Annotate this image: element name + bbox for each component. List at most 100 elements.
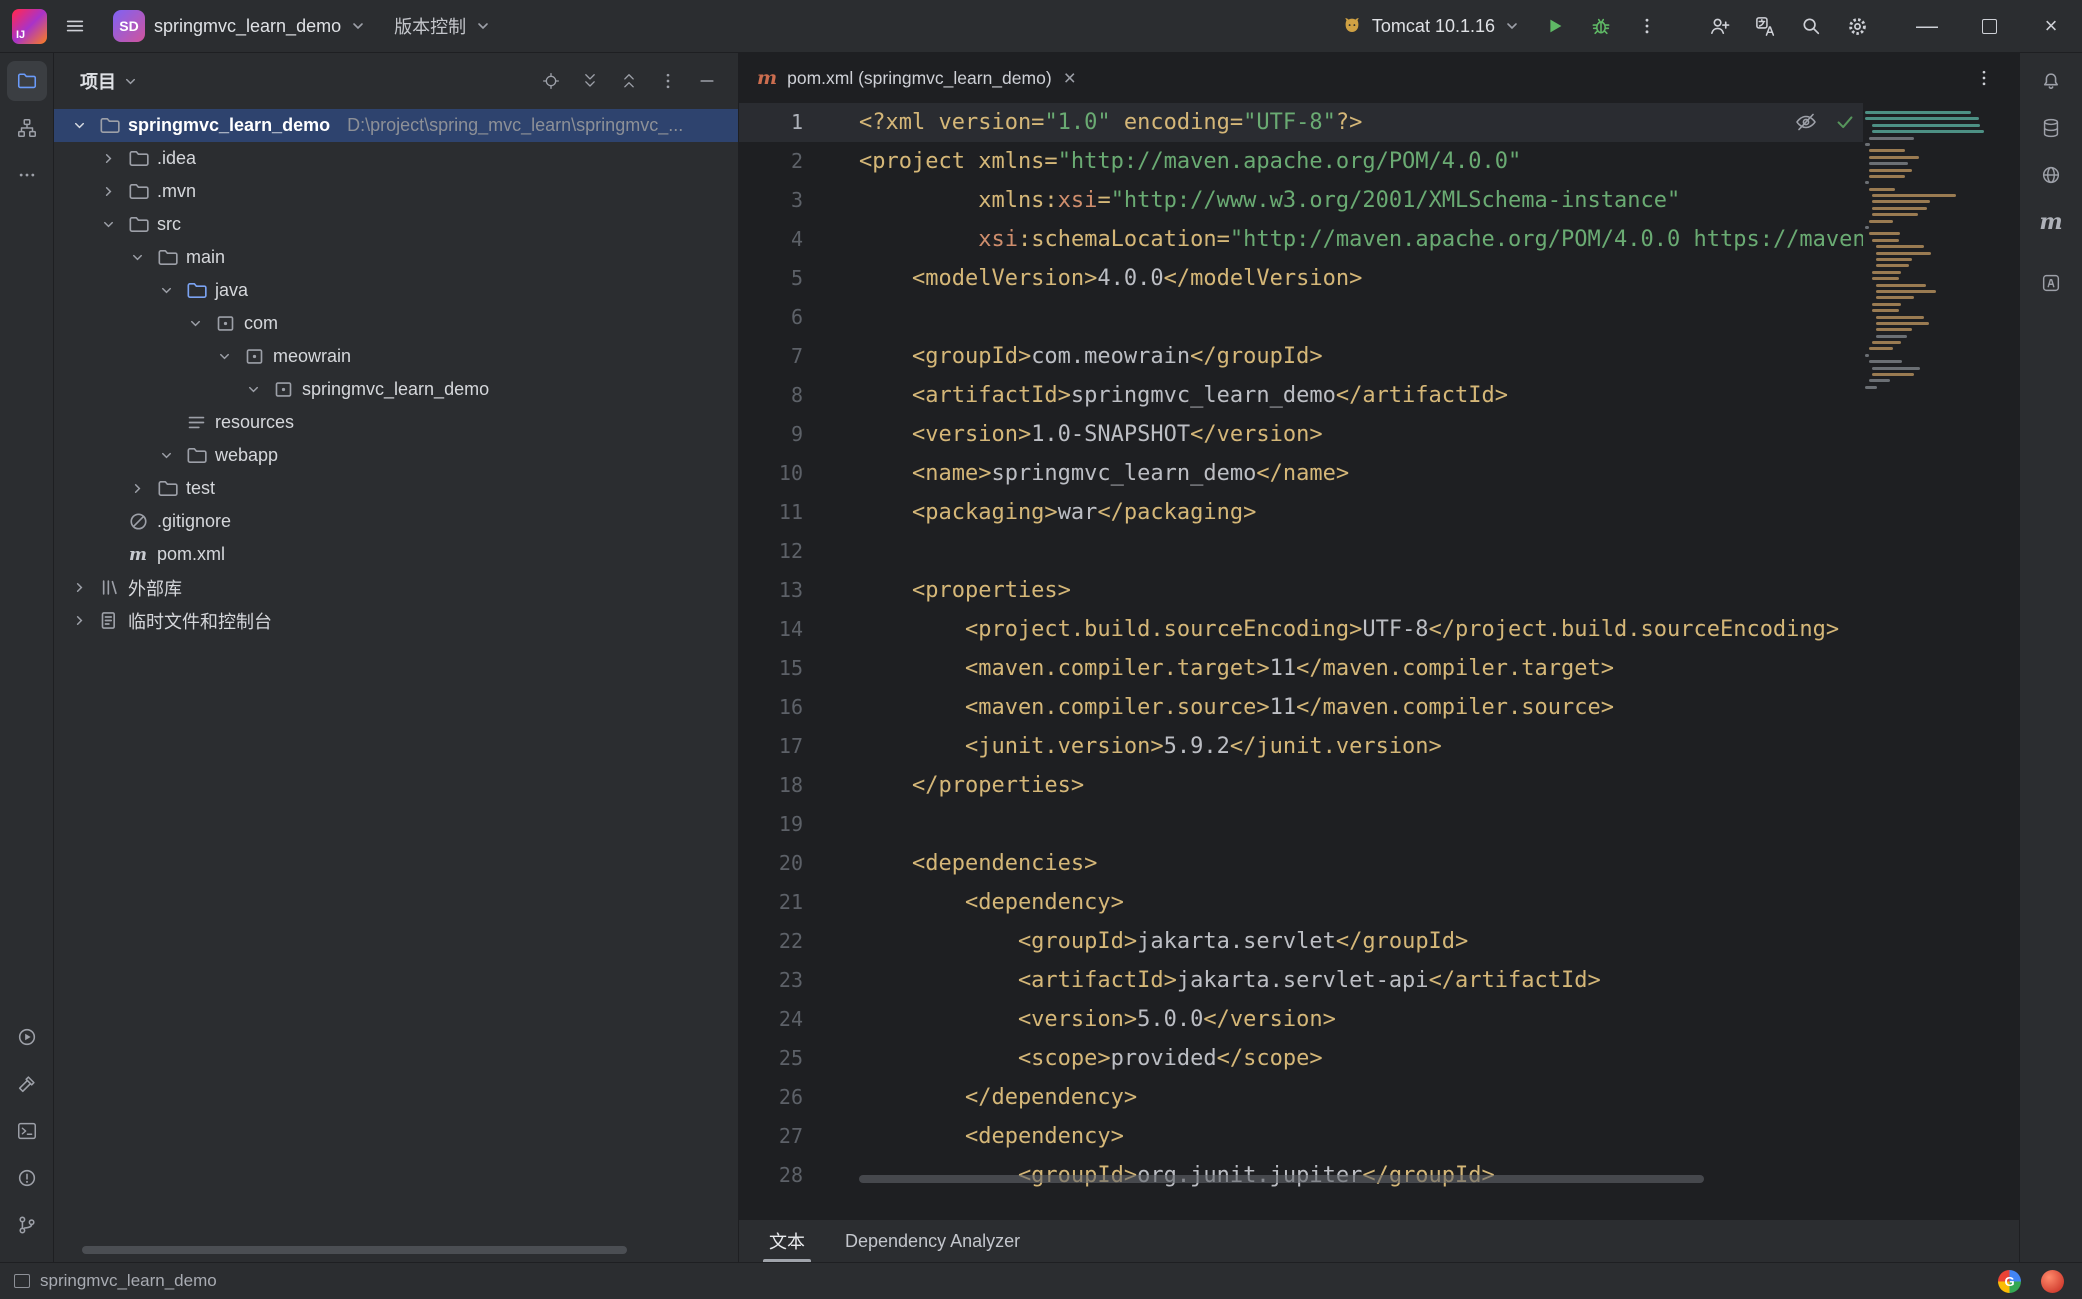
code-line[interactable]: 28 <groupId>org.junit.jupiter</groupId> [739,1156,2019,1189]
problems-tool-icon[interactable] [7,1158,47,1198]
chevron-down-icon[interactable] [123,74,138,89]
terminal-tool-icon[interactable] [7,1111,47,1151]
collapse-all-icon[interactable] [612,64,646,98]
code-line[interactable]: 7 <groupId>com.meowrain</groupId> [739,337,2019,376]
code-line[interactable]: 27 <dependency> [739,1117,2019,1156]
run-config-widget[interactable]: Tomcat 10.1.16 [1331,10,1530,42]
chevron-right-icon[interactable] [68,580,90,595]
no-problems-check-icon[interactable] [1834,111,1856,133]
code-line[interactable]: 25 <scope>provided</scope> [739,1039,2019,1078]
status-project-name[interactable]: springmvc_learn_demo [40,1271,217,1291]
tree-item[interactable]: java [54,274,738,307]
code-line[interactable]: 10 <name>springmvc_learn_demo</name> [739,454,2019,493]
code-line[interactable]: 12 [739,532,2019,571]
code-line[interactable]: 6 [739,298,2019,337]
code-line[interactable]: 11 <packaging>war</packaging> [739,493,2019,532]
tree-item[interactable]: src [54,208,738,241]
code-line[interactable]: 13 <properties> [739,571,2019,610]
vcs-widget[interactable]: 版本控制 [384,8,501,44]
maximize-button[interactable] [1958,0,2020,52]
notifications-icon[interactable] [2031,61,2071,101]
debug-button[interactable] [1580,5,1622,47]
code-line[interactable]: 15 <maven.compiler.target>11</maven.comp… [739,649,2019,688]
code-line[interactable]: 21 <dependency> [739,883,2019,922]
endpoints-globe-icon[interactable] [2031,155,2071,195]
tree-item[interactable]: .mvn [54,175,738,208]
translation-tool-icon[interactable] [2031,263,2071,303]
tree-item[interactable]: springmvc_learn_demo [54,373,738,406]
editor-view-tab[interactable]: Dependency Analyzer [845,1220,1020,1262]
chevron-down-icon[interactable] [68,118,90,133]
code-line[interactable]: 3 xmlns:xsi="http://www.w3.org/2001/XMLS… [739,181,2019,220]
close-tab-icon[interactable]: × [1064,68,1076,89]
tree-item[interactable]: com [54,307,738,340]
code-line[interactable]: 14 <project.build.sourceEncoding>UTF-8</… [739,610,2019,649]
chevron-right-icon[interactable] [68,613,90,628]
settings-icon[interactable] [1836,5,1878,47]
locate-file-icon[interactable] [534,64,568,98]
code-line[interactable]: 2<project xmlns="http://maven.apache.org… [739,142,2019,181]
structure-tool-icon[interactable] [7,108,47,148]
code-line[interactable]: 23 <artifactId>jakarta.servlet-api</arti… [739,961,2019,1000]
chevron-down-icon[interactable] [242,382,264,397]
highlighting-off-icon[interactable] [1794,110,1818,134]
tree-item[interactable]: meowrain [54,340,738,373]
code-line[interactable]: 8 <artifactId>springmvc_learn_demo</arti… [739,376,2019,415]
chevron-right-icon[interactable] [97,184,119,199]
code-line[interactable]: 24 <version>5.0.0</version> [739,1000,2019,1039]
code-line[interactable]: 5 <modelVersion>4.0.0</modelVersion> [739,259,2019,298]
editor-tab-pom-xml[interactable]: m pom.xml (springmvc_learn_demo) × [739,53,1094,103]
chevron-down-icon[interactable] [155,283,177,298]
maven-tool-icon[interactable]: m [2031,202,2071,242]
hide-panel-icon[interactable] [690,64,724,98]
inspections-widget[interactable] [1794,110,1856,134]
chevron-down-icon[interactable] [126,250,148,265]
tab-options-icon[interactable] [1963,57,2005,99]
minimize-button[interactable]: — [1896,0,1958,52]
chevron-down-icon[interactable] [155,448,177,463]
code-line[interactable]: 18 </properties> [739,766,2019,805]
code-area[interactable]: 1<?xml version="1.0" encoding="UTF-8"?>2… [739,103,2019,1189]
run-button[interactable] [1534,5,1576,47]
tree-item[interactable]: main [54,241,738,274]
close-button[interactable]: × [2020,0,2082,52]
panel-options-icon[interactable] [651,64,685,98]
expand-all-icon[interactable] [573,64,607,98]
version-control-tool-icon[interactable] [7,1205,47,1245]
code-line[interactable]: 22 <groupId>jakarta.servlet</groupId> [739,922,2019,961]
chevron-down-icon[interactable] [97,217,119,232]
editor-horizontal-scrollbar[interactable] [859,1175,1704,1183]
chevron-right-icon[interactable] [97,151,119,166]
tree-item[interactable]: webapp [54,439,738,472]
code-line[interactable]: 26 </dependency> [739,1078,2019,1117]
more-tool-windows-icon[interactable] [7,155,47,195]
plugin-status-icon[interactable] [2041,1270,2064,1293]
editor-view-tab[interactable]: 文本 [769,1220,805,1262]
project-tool-icon[interactable] [7,61,47,101]
code-line[interactable]: 9 <version>1.0-SNAPSHOT</version> [739,415,2019,454]
translate-icon[interactable] [1744,5,1786,47]
main-menu-icon[interactable] [55,6,95,46]
tree-item[interactable]: test [54,472,738,505]
project-widget[interactable]: SD springmvc_learn_demo [103,5,376,47]
search-everywhere-icon[interactable] [1790,5,1832,47]
database-tool-icon[interactable] [2031,108,2071,148]
code-line[interactable]: 16 <maven.compiler.source>11</maven.comp… [739,688,2019,727]
code-line[interactable]: 17 <junit.version>5.9.2</junit.version> [739,727,2019,766]
code-with-me-icon[interactable] [1698,5,1740,47]
tree-item[interactable]: 外部库 [54,571,738,604]
tree-item[interactable]: resources [54,406,738,439]
tree-item[interactable]: mpom.xml [54,538,738,571]
tree-item[interactable]: 临时文件和控制台 [54,604,738,637]
chevron-down-icon[interactable] [213,349,235,364]
project-panel-scrollbar[interactable] [82,1246,627,1254]
tree-item[interactable]: springmvc_learn_demoD:\project\spring_mv… [54,109,738,142]
chevron-down-icon[interactable] [184,316,206,331]
code-line[interactable]: 20 <dependencies> [739,844,2019,883]
services-tool-icon[interactable] [7,1017,47,1057]
build-tool-icon[interactable] [7,1064,47,1104]
code-line[interactable]: 19 [739,805,2019,844]
code-line[interactable]: 4 xsi:schemaLocation="http://maven.apach… [739,220,2019,259]
chevron-right-icon[interactable] [126,481,148,496]
tree-item[interactable]: .gitignore [54,505,738,538]
